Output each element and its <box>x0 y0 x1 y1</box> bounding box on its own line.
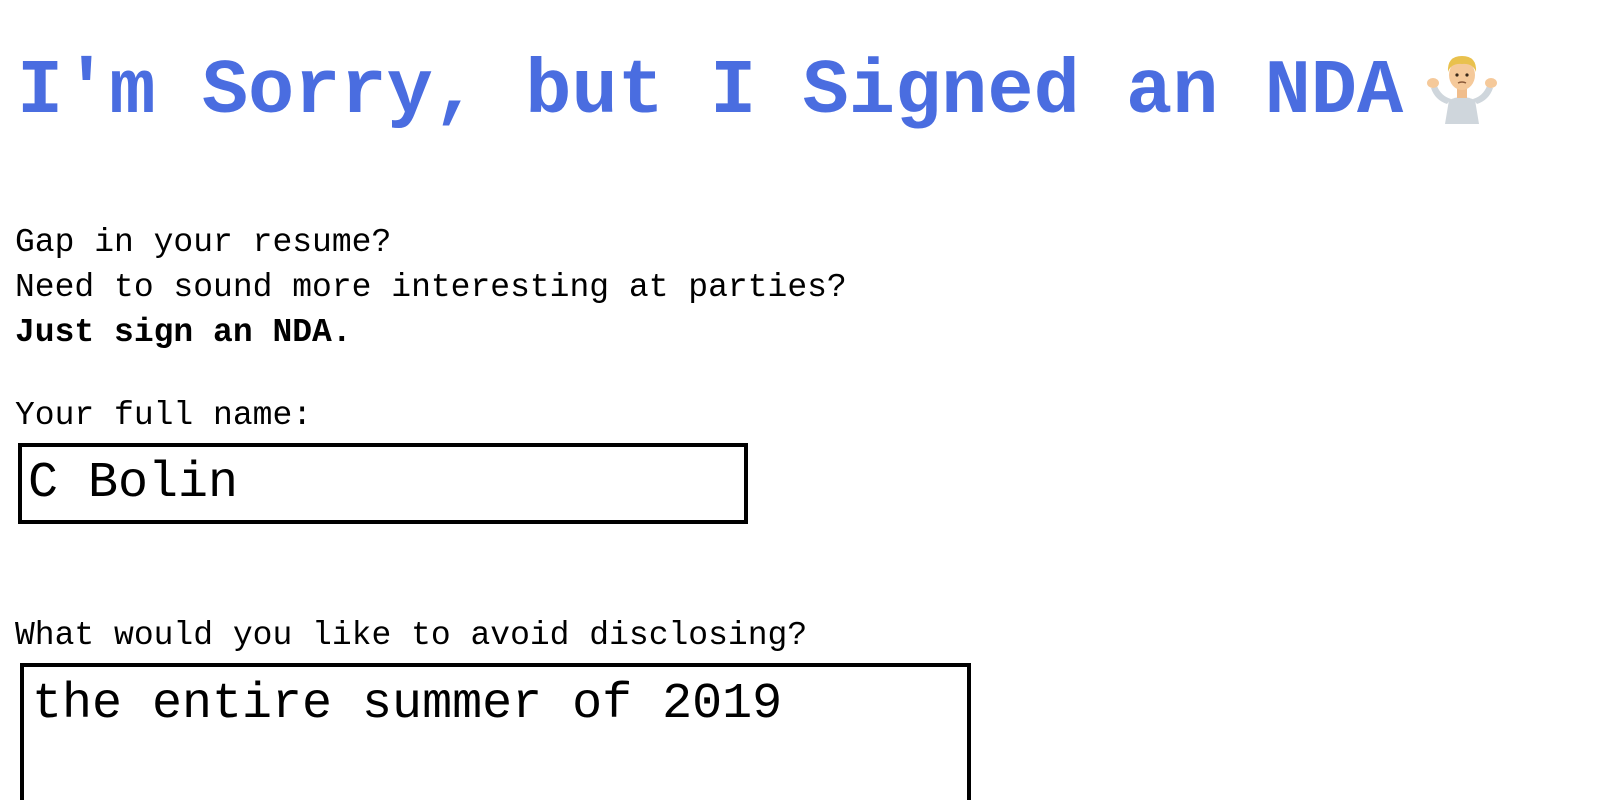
full-name-label: Your full name: <box>15 397 313 434</box>
intro-text: Gap in your resume? Need to sound more i… <box>15 220 847 355</box>
intro-line-cta: Just sign an NDA. <box>15 314 352 351</box>
disclosure-label: What would you like to avoid disclosing? <box>15 617 808 654</box>
page: I'm Sorry, but I Signed an NDA Gap in yo… <box>0 0 1600 800</box>
page-title: I'm Sorry, but I Signed an NDA <box>17 48 1501 138</box>
disclosure-textarea[interactable]: the entire summer of 2019 <box>20 663 971 800</box>
person-shrugging-icon <box>1423 50 1501 124</box>
full-name-input[interactable] <box>18 443 748 524</box>
intro-line-parties: Need to sound more interesting at partie… <box>15 269 847 306</box>
page-title-text: I'm Sorry, but I Signed an NDA <box>17 49 1404 136</box>
intro-line-resume: Gap in your resume? <box>15 224 392 261</box>
